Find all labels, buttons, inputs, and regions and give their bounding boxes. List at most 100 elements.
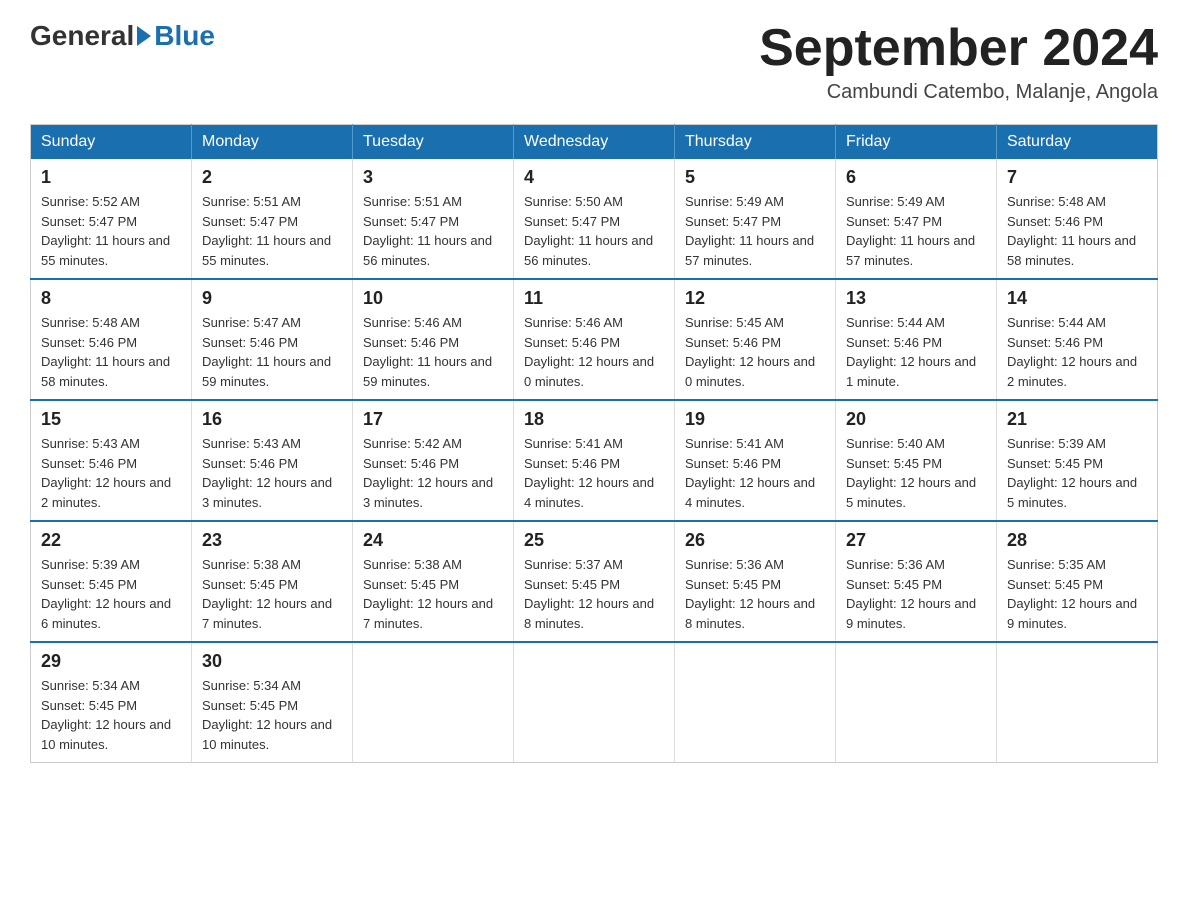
calendar-table: Sunday Monday Tuesday Wednesday Thursday…: [30, 124, 1158, 763]
day-info: Sunrise: 5:50 AM Sunset: 5:47 PM Dayligh…: [524, 192, 664, 270]
calendar-week-row: 8 Sunrise: 5:48 AM Sunset: 5:46 PM Dayli…: [31, 279, 1158, 400]
day-number: 14: [1007, 288, 1147, 309]
day-info: Sunrise: 5:45 AM Sunset: 5:46 PM Dayligh…: [685, 313, 825, 391]
col-saturday: Saturday: [997, 125, 1158, 160]
day-info: Sunrise: 5:51 AM Sunset: 5:47 PM Dayligh…: [363, 192, 503, 270]
day-number: 24: [363, 530, 503, 551]
day-info: Sunrise: 5:34 AM Sunset: 5:45 PM Dayligh…: [41, 676, 181, 754]
table-row: 7 Sunrise: 5:48 AM Sunset: 5:46 PM Dayli…: [997, 159, 1158, 279]
logo-triangle-icon: [137, 26, 151, 46]
table-row: 9 Sunrise: 5:47 AM Sunset: 5:46 PM Dayli…: [192, 279, 353, 400]
table-row: 22 Sunrise: 5:39 AM Sunset: 5:45 PM Dayl…: [31, 521, 192, 642]
day-number: 30: [202, 651, 342, 672]
day-info: Sunrise: 5:46 AM Sunset: 5:46 PM Dayligh…: [363, 313, 503, 391]
day-number: 28: [1007, 530, 1147, 551]
day-number: 8: [41, 288, 181, 309]
table-row: 25 Sunrise: 5:37 AM Sunset: 5:45 PM Dayl…: [514, 521, 675, 642]
table-row: 21 Sunrise: 5:39 AM Sunset: 5:45 PM Dayl…: [997, 400, 1158, 521]
page-header: General Blue September 2024 Cambundi Cat…: [30, 20, 1158, 104]
day-number: 10: [363, 288, 503, 309]
day-number: 7: [1007, 167, 1147, 188]
col-wednesday: Wednesday: [514, 125, 675, 160]
calendar-week-row: 29 Sunrise: 5:34 AM Sunset: 5:45 PM Dayl…: [31, 642, 1158, 763]
day-number: 3: [363, 167, 503, 188]
table-row: 3 Sunrise: 5:51 AM Sunset: 5:47 PM Dayli…: [353, 159, 514, 279]
day-info: Sunrise: 5:41 AM Sunset: 5:46 PM Dayligh…: [524, 434, 664, 512]
day-info: Sunrise: 5:44 AM Sunset: 5:46 PM Dayligh…: [1007, 313, 1147, 391]
day-info: Sunrise: 5:52 AM Sunset: 5:47 PM Dayligh…: [41, 192, 181, 270]
table-row: 1 Sunrise: 5:52 AM Sunset: 5:47 PM Dayli…: [31, 159, 192, 279]
day-info: Sunrise: 5:36 AM Sunset: 5:45 PM Dayligh…: [846, 555, 986, 633]
table-row: [675, 642, 836, 763]
logo: General Blue: [30, 20, 215, 52]
day-number: 21: [1007, 409, 1147, 430]
day-info: Sunrise: 5:42 AM Sunset: 5:46 PM Dayligh…: [363, 434, 503, 512]
day-number: 22: [41, 530, 181, 551]
day-number: 5: [685, 167, 825, 188]
day-info: Sunrise: 5:43 AM Sunset: 5:46 PM Dayligh…: [41, 434, 181, 512]
day-info: Sunrise: 5:34 AM Sunset: 5:45 PM Dayligh…: [202, 676, 342, 754]
day-info: Sunrise: 5:49 AM Sunset: 5:47 PM Dayligh…: [846, 192, 986, 270]
day-number: 4: [524, 167, 664, 188]
day-info: Sunrise: 5:36 AM Sunset: 5:45 PM Dayligh…: [685, 555, 825, 633]
day-info: Sunrise: 5:46 AM Sunset: 5:46 PM Dayligh…: [524, 313, 664, 391]
table-row: 17 Sunrise: 5:42 AM Sunset: 5:46 PM Dayl…: [353, 400, 514, 521]
table-row: 6 Sunrise: 5:49 AM Sunset: 5:47 PM Dayli…: [836, 159, 997, 279]
day-number: 11: [524, 288, 664, 309]
day-info: Sunrise: 5:39 AM Sunset: 5:45 PM Dayligh…: [41, 555, 181, 633]
day-number: 18: [524, 409, 664, 430]
table-row: [836, 642, 997, 763]
day-info: Sunrise: 5:47 AM Sunset: 5:46 PM Dayligh…: [202, 313, 342, 391]
table-row: 20 Sunrise: 5:40 AM Sunset: 5:45 PM Dayl…: [836, 400, 997, 521]
table-row: 16 Sunrise: 5:43 AM Sunset: 5:46 PM Dayl…: [192, 400, 353, 521]
table-row: 4 Sunrise: 5:50 AM Sunset: 5:47 PM Dayli…: [514, 159, 675, 279]
table-row: 13 Sunrise: 5:44 AM Sunset: 5:46 PM Dayl…: [836, 279, 997, 400]
table-row: 27 Sunrise: 5:36 AM Sunset: 5:45 PM Dayl…: [836, 521, 997, 642]
day-info: Sunrise: 5:40 AM Sunset: 5:45 PM Dayligh…: [846, 434, 986, 512]
table-row: [353, 642, 514, 763]
day-info: Sunrise: 5:39 AM Sunset: 5:45 PM Dayligh…: [1007, 434, 1147, 512]
table-row: 18 Sunrise: 5:41 AM Sunset: 5:46 PM Dayl…: [514, 400, 675, 521]
day-info: Sunrise: 5:51 AM Sunset: 5:47 PM Dayligh…: [202, 192, 342, 270]
table-row: 19 Sunrise: 5:41 AM Sunset: 5:46 PM Dayl…: [675, 400, 836, 521]
table-row: 2 Sunrise: 5:51 AM Sunset: 5:47 PM Dayli…: [192, 159, 353, 279]
day-number: 29: [41, 651, 181, 672]
logo-blue-text: Blue: [154, 20, 215, 52]
day-number: 27: [846, 530, 986, 551]
col-friday: Friday: [836, 125, 997, 160]
day-number: 2: [202, 167, 342, 188]
table-row: 14 Sunrise: 5:44 AM Sunset: 5:46 PM Dayl…: [997, 279, 1158, 400]
day-number: 9: [202, 288, 342, 309]
day-number: 16: [202, 409, 342, 430]
table-row: 23 Sunrise: 5:38 AM Sunset: 5:45 PM Dayl…: [192, 521, 353, 642]
table-row: 10 Sunrise: 5:46 AM Sunset: 5:46 PM Dayl…: [353, 279, 514, 400]
day-number: 26: [685, 530, 825, 551]
calendar-header-row: Sunday Monday Tuesday Wednesday Thursday…: [31, 125, 1158, 160]
col-thursday: Thursday: [675, 125, 836, 160]
table-row: 15 Sunrise: 5:43 AM Sunset: 5:46 PM Dayl…: [31, 400, 192, 521]
logo-general-text: General: [30, 20, 134, 52]
table-row: 30 Sunrise: 5:34 AM Sunset: 5:45 PM Dayl…: [192, 642, 353, 763]
day-number: 15: [41, 409, 181, 430]
day-info: Sunrise: 5:44 AM Sunset: 5:46 PM Dayligh…: [846, 313, 986, 391]
day-info: Sunrise: 5:35 AM Sunset: 5:45 PM Dayligh…: [1007, 555, 1147, 633]
table-row: 5 Sunrise: 5:49 AM Sunset: 5:47 PM Dayli…: [675, 159, 836, 279]
day-info: Sunrise: 5:48 AM Sunset: 5:46 PM Dayligh…: [1007, 192, 1147, 270]
calendar-week-row: 15 Sunrise: 5:43 AM Sunset: 5:46 PM Dayl…: [31, 400, 1158, 521]
col-monday: Monday: [192, 125, 353, 160]
day-number: 6: [846, 167, 986, 188]
table-row: 11 Sunrise: 5:46 AM Sunset: 5:46 PM Dayl…: [514, 279, 675, 400]
day-number: 20: [846, 409, 986, 430]
day-number: 19: [685, 409, 825, 430]
table-row: 29 Sunrise: 5:34 AM Sunset: 5:45 PM Dayl…: [31, 642, 192, 763]
location-subtitle: Cambundi Catembo, Malanje, Angola: [759, 81, 1158, 104]
calendar-week-row: 22 Sunrise: 5:39 AM Sunset: 5:45 PM Dayl…: [31, 521, 1158, 642]
calendar-week-row: 1 Sunrise: 5:52 AM Sunset: 5:47 PM Dayli…: [31, 159, 1158, 279]
table-row: 8 Sunrise: 5:48 AM Sunset: 5:46 PM Dayli…: [31, 279, 192, 400]
col-sunday: Sunday: [31, 125, 192, 160]
day-number: 13: [846, 288, 986, 309]
day-info: Sunrise: 5:37 AM Sunset: 5:45 PM Dayligh…: [524, 555, 664, 633]
day-info: Sunrise: 5:38 AM Sunset: 5:45 PM Dayligh…: [363, 555, 503, 633]
table-row: 12 Sunrise: 5:45 AM Sunset: 5:46 PM Dayl…: [675, 279, 836, 400]
day-info: Sunrise: 5:43 AM Sunset: 5:46 PM Dayligh…: [202, 434, 342, 512]
